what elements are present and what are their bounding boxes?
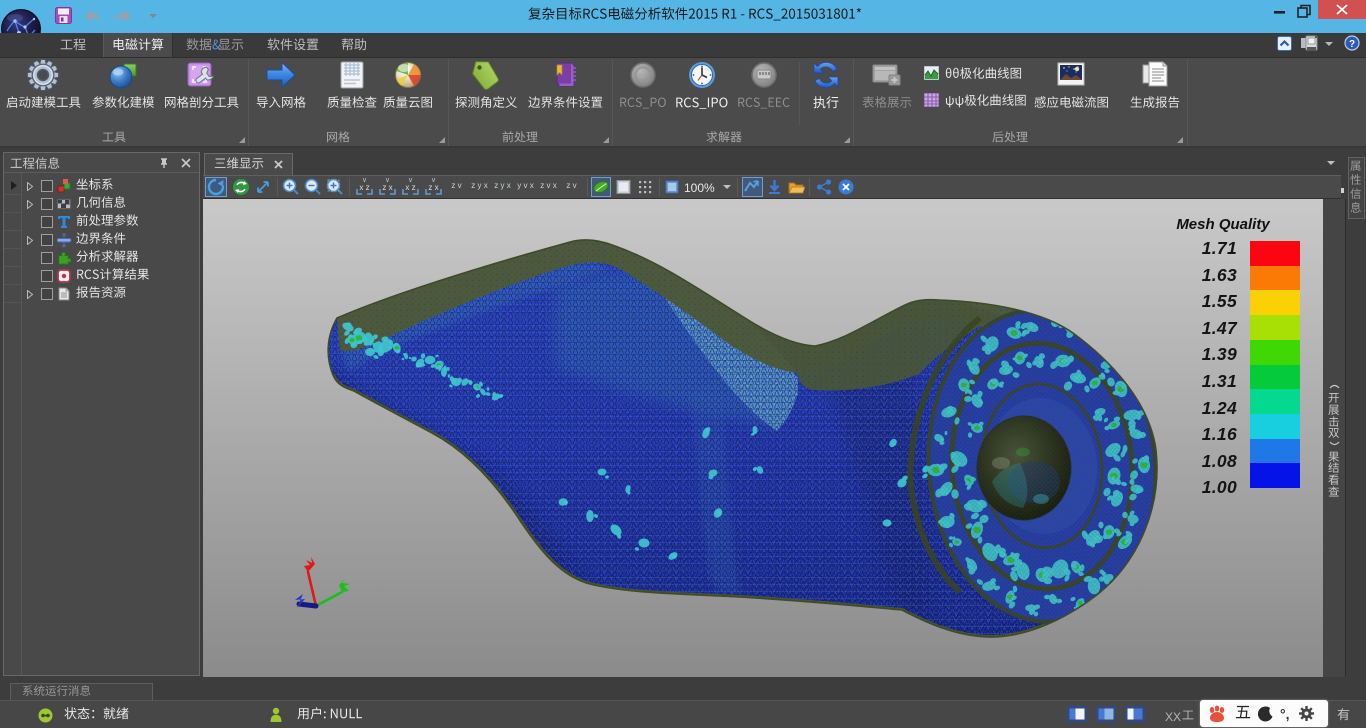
- svg-text:?: ?: [1349, 39, 1355, 50]
